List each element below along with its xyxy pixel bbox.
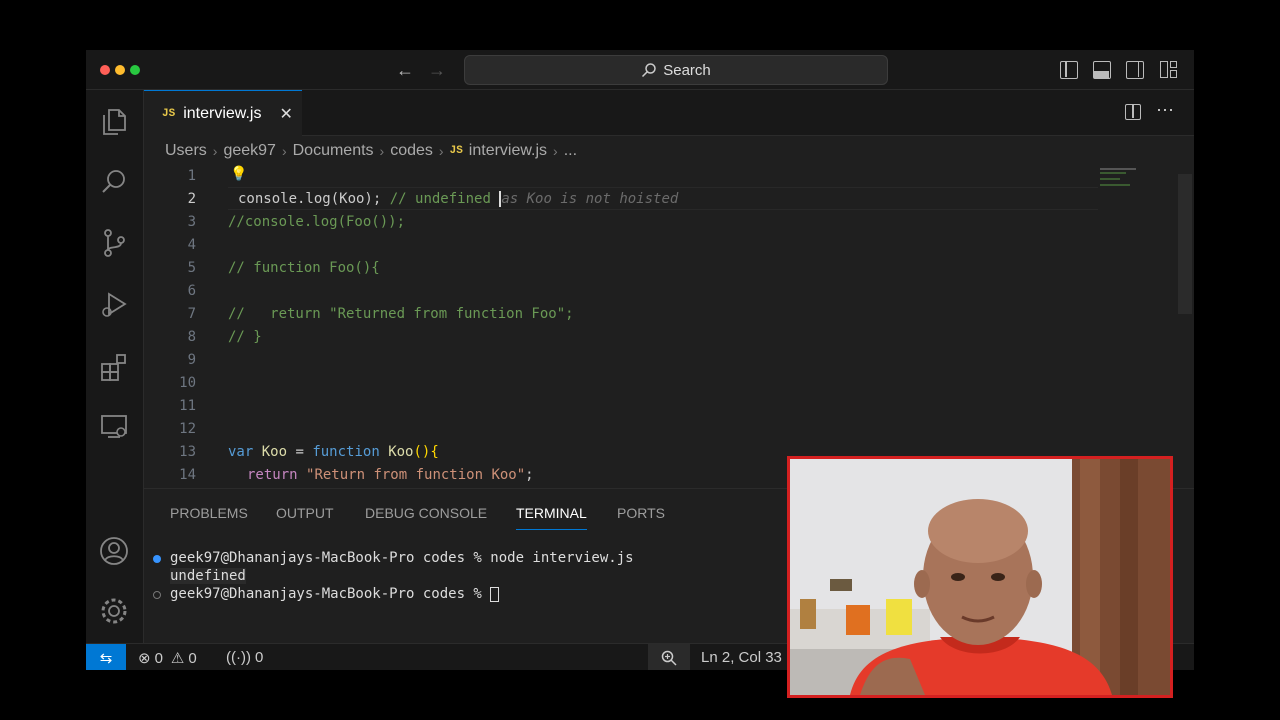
breadcrumb-symbols[interactable]: ... [564, 142, 577, 160]
breadcrumb-file[interactable]: interview.js [469, 142, 547, 160]
forward-arrow-icon[interactable]: → [428, 60, 446, 81]
remote-explorer-icon[interactable] [99, 412, 129, 442]
line-number: 3 [187, 213, 196, 230]
toggle-secondary-sidebar-icon[interactable] [1126, 61, 1144, 79]
maximize-window-button[interactable] [130, 65, 140, 75]
command-success-dot-icon[interactable] [153, 555, 161, 563]
broadcast-icon: ((·)) [226, 649, 251, 666]
tab-terminal[interactable]: TERMINAL [516, 505, 587, 530]
chevron-right-icon: › [212, 143, 218, 159]
search-icon [642, 63, 656, 78]
toggle-primary-sidebar-icon[interactable] [1060, 61, 1078, 79]
terminal-line: geek97@Dhananjays-MacBook-Pro codes % no… [170, 550, 634, 566]
extensions-icon[interactable] [99, 352, 129, 382]
line-number: 14 [179, 466, 196, 483]
more-actions-icon[interactable]: ⋯ [1156, 100, 1175, 121]
chevron-right-icon: › [379, 143, 385, 159]
source-control-icon[interactable] [99, 228, 129, 258]
code-line-7: // return "Returned from function Foo"; [228, 305, 574, 322]
code-line-5: // function Foo(){ [228, 259, 380, 276]
back-arrow-icon[interactable]: ← [396, 60, 414, 81]
tab-problems[interactable]: PROBLEMS [170, 505, 248, 521]
minimap[interactable] [1100, 166, 1140, 186]
warning-icon: ⚠ [170, 650, 185, 667]
error-count: 0 [154, 649, 163, 667]
line-number: 2 [187, 190, 196, 207]
editor-tabs: JS interview.js ✕ ⋯ [144, 90, 1194, 136]
line-number: 9 [187, 351, 196, 368]
cursor-position[interactable]: Ln 2, Col 33 [701, 649, 782, 666]
line-number: 10 [179, 374, 196, 391]
search-label: Search [663, 61, 711, 79]
breadcrumb-item[interactable]: Users [165, 142, 207, 160]
line-number: 8 [187, 328, 196, 345]
code-line-14: return "Return from function Koo"; [247, 466, 534, 483]
chevron-right-icon: › [281, 143, 287, 159]
inline-suggestion: as Koo is not hoisted [501, 190, 679, 207]
error-icon: ⊗ [138, 650, 151, 667]
webcam-overlay [787, 456, 1173, 698]
editor-scrollbar[interactable] [1178, 174, 1192, 314]
account-icon[interactable] [99, 536, 129, 566]
line-number: 13 [179, 443, 196, 460]
tab-ports[interactable]: PORTS [617, 505, 665, 521]
js-file-icon: JS [162, 107, 176, 120]
close-tab-icon[interactable]: ✕ [279, 104, 292, 124]
line-number: 12 [179, 420, 196, 437]
command-center-search[interactable]: Search [464, 55, 888, 85]
remote-indicator-icon[interactable]: ⇆ [86, 644, 126, 670]
tab-debug-console[interactable]: DEBUG CONSOLE [365, 505, 487, 521]
ports-count: 0 [254, 649, 264, 666]
ports-status[interactable]: ((·)) 0 [226, 649, 263, 666]
code-line-8: // } [228, 328, 262, 345]
terminal-cursor [490, 586, 500, 602]
explorer-icon[interactable] [99, 107, 129, 137]
line-number: 7 [187, 305, 196, 322]
terminal-prompt[interactable]: geek97@Dhananjays-MacBook-Pro codes % [170, 586, 500, 602]
breadcrumb-item[interactable]: Documents [293, 142, 374, 160]
breadcrumb: Users › geek97 › Documents › codes › JS … [165, 140, 577, 162]
tab-output[interactable]: OUTPUT [276, 505, 334, 521]
chevron-right-icon: › [553, 143, 558, 159]
line-number: 5 [187, 259, 196, 276]
code-line-3: //console.log(Foo()); [228, 213, 406, 230]
code-line-2: console.log(Koo); // undefined as Koo is… [238, 190, 679, 207]
activity-bar [86, 90, 144, 643]
line-number: 6 [187, 282, 196, 299]
command-pending-dot-icon [153, 591, 161, 599]
search-activity-icon[interactable] [99, 167, 129, 197]
problems-status[interactable]: ⊗ 0 ⚠ 0 [138, 649, 197, 668]
customize-layout-icon[interactable] [1160, 61, 1178, 79]
breadcrumb-item[interactable]: codes [390, 142, 433, 160]
js-file-icon: JS [449, 145, 463, 157]
line-number: 4 [187, 236, 196, 253]
chevron-right-icon: › [438, 143, 444, 159]
minimize-window-button[interactable] [115, 65, 125, 75]
split-editor-icon[interactable] [1125, 104, 1141, 120]
settings-gear-icon[interactable] [99, 596, 129, 626]
tab-filename: interview.js [183, 104, 262, 122]
line-number: 11 [179, 397, 196, 414]
presenter-video-frame [790, 459, 1170, 695]
line-number: 1 [187, 167, 196, 184]
close-window-button[interactable] [100, 65, 110, 75]
run-debug-icon[interactable] [99, 290, 129, 320]
toggle-panel-icon[interactable] [1093, 61, 1111, 79]
terminal-output: undefined [170, 568, 246, 584]
code-line-13: var Koo = function Koo(){ [228, 443, 439, 460]
breadcrumb-item[interactable]: geek97 [223, 142, 276, 160]
title-bar: ← → Search [86, 50, 1194, 90]
warning-count: 0 [188, 649, 197, 667]
tab-interview-js[interactable]: JS interview.js ✕ [144, 90, 302, 136]
code-editor[interactable]: 💡 1 2 console.log(Koo); // undefined as … [144, 164, 1194, 488]
zoom-icon[interactable] [648, 644, 690, 670]
